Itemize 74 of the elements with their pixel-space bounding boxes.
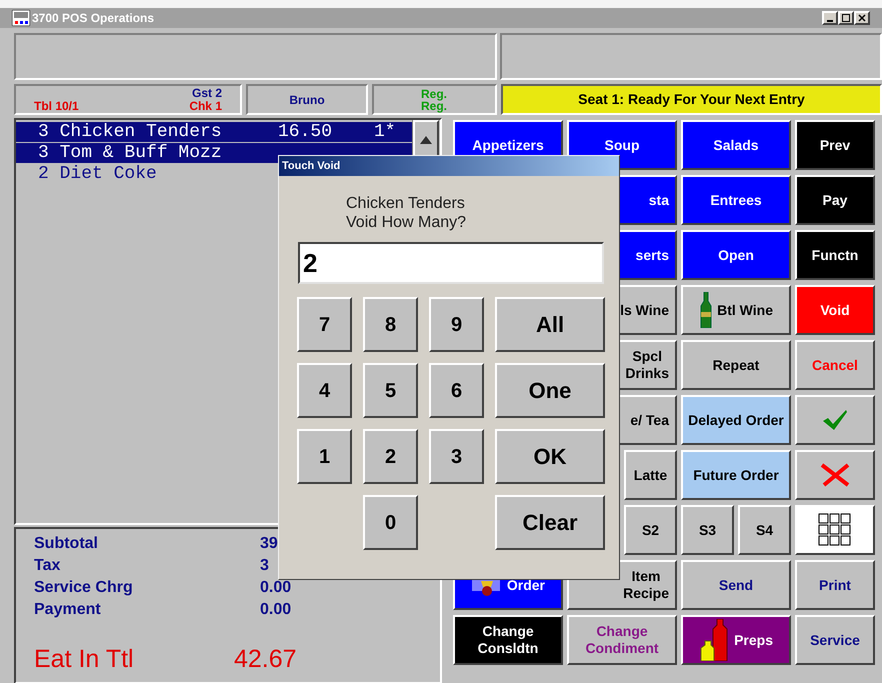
digit-button[interactable]: 0 [363, 495, 418, 550]
total-label: Subtotal [34, 534, 99, 554]
menu-button[interactable]: Salads [681, 120, 791, 170]
digit-button[interactable]: 3 [429, 429, 484, 484]
minimize-button[interactable] [822, 11, 838, 25]
employee-name: Bruno [289, 92, 325, 108]
digit-button[interactable]: 4 [297, 363, 352, 418]
menu-button[interactable]: Send [681, 560, 791, 610]
table-number: Tbl 10/1 [34, 100, 79, 113]
menu-button[interactable]: Entrees [681, 175, 791, 225]
total-value: 0.00 [260, 600, 292, 620]
check-icon [822, 409, 848, 431]
maximize-icon [842, 14, 850, 22]
seat-number: 1* [374, 120, 396, 144]
order-item[interactable]: 3 Chicken Tenders 16.50 1* [16, 122, 412, 143]
digit-button[interactable]: 9 [429, 297, 484, 352]
menu-button[interactable]: Service [795, 615, 875, 665]
menu-button[interactable]: Open [681, 230, 791, 280]
window-title: 3700 POS Operations [32, 10, 154, 27]
dialog-prompt: Chicken Tenders Void How Many? [346, 194, 466, 232]
menu-button[interactable]: Pay [795, 175, 875, 225]
up-arrow-icon [420, 136, 432, 144]
seat-button[interactable]: S3 [681, 505, 734, 555]
menu-button[interactable]: Delayed Order [681, 395, 791, 445]
action-button[interactable]: All [495, 297, 605, 352]
maximize-button[interactable] [838, 11, 854, 25]
menu-button[interactable]: Print [795, 560, 875, 610]
total-label: Tax [34, 556, 62, 576]
total-label: Service Chrg [34, 578, 134, 598]
menu-button[interactable]: Void [795, 285, 875, 335]
mode-label: Reg. [420, 88, 447, 100]
menu-button[interactable]: Preps [681, 615, 791, 665]
menu-button[interactable]: Change Condiment [567, 615, 677, 665]
keypad-icon [818, 513, 852, 547]
guest-count: Gst 2 [192, 87, 222, 100]
digit-button[interactable]: 2 [363, 429, 418, 484]
close-icon [858, 14, 866, 22]
item-price: 16.50 [278, 120, 334, 144]
menu-button[interactable]: Change Consldtn [453, 615, 563, 665]
digit-button[interactable]: 8 [363, 297, 418, 352]
quantity-field[interactable]: 2 [298, 242, 604, 284]
menu-button[interactable]: Future Order [681, 450, 791, 500]
action-button[interactable]: OK [495, 429, 605, 484]
menu-button[interactable]: Functn [795, 230, 875, 280]
cancel-button[interactable] [795, 450, 875, 500]
action-button[interactable]: One [495, 363, 605, 418]
digit-button[interactable]: 1 [297, 429, 352, 484]
digit-button[interactable]: 7 [297, 297, 352, 352]
item-name: 3 Tom & Buff Mozz [37, 142, 223, 164]
digit-button[interactable]: 5 [363, 363, 418, 418]
close-button[interactable] [854, 11, 870, 25]
menu-button[interactable]: Repeat [681, 340, 791, 390]
total-value: 3 [260, 556, 269, 576]
bottle-icon [699, 292, 713, 328]
seat-button[interactable]: Latte [624, 450, 677, 500]
action-button[interactable]: Clear [495, 495, 605, 550]
menu-button[interactable]: Btl Wine [681, 285, 791, 335]
mode-label: Reg. [420, 100, 447, 112]
seat-button[interactable]: S4 [738, 505, 791, 555]
total-label: Payment [34, 600, 102, 620]
check-number: Chk 1 [189, 100, 222, 113]
total-value: 39 [260, 534, 278, 554]
status-message: Seat 1: Ready For Your Next Entry [578, 90, 805, 109]
item-name: 3 Chicken Tenders [37, 120, 223, 144]
app-icon [12, 10, 30, 26]
digit-button[interactable]: 6 [429, 363, 484, 418]
total-value: 0.00 [260, 578, 292, 598]
menu-button[interactable]: Prev [795, 120, 875, 170]
confirm-button[interactable] [795, 395, 875, 445]
close-icon [820, 463, 850, 487]
grand-total-value: 42.67 [234, 644, 297, 675]
keypad-button[interactable] [795, 505, 875, 555]
grand-total-label: Eat In Ttl [34, 644, 135, 675]
seat-button[interactable]: S2 [624, 505, 677, 555]
